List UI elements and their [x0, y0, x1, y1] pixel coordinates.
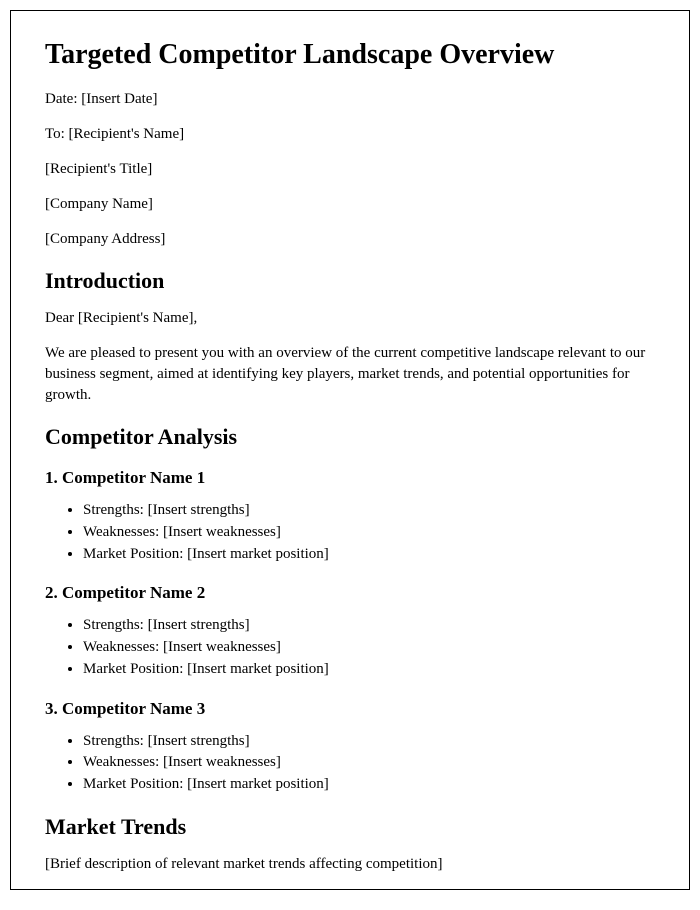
- list-item: Weaknesses: [Insert weaknesses]: [83, 752, 655, 774]
- competitor-1-heading: 1. Competitor Name 1: [45, 468, 655, 488]
- list-item: Strengths: [Insert strengths]: [83, 731, 655, 753]
- market-trends-heading: Market Trends: [45, 814, 655, 840]
- list-item: Strengths: [Insert strengths]: [83, 615, 655, 637]
- introduction-body: We are pleased to present you with an ov…: [45, 343, 655, 406]
- meta-date: Date: [Insert Date]: [45, 89, 655, 110]
- list-item: Weaknesses: [Insert weaknesses]: [83, 522, 655, 544]
- competitor-3-heading: 3. Competitor Name 3: [45, 699, 655, 719]
- meta-company-address: [Company Address]: [45, 229, 655, 250]
- list-item: Market Position: [Insert market position…: [83, 544, 655, 566]
- competitor-2-list: Strengths: [Insert strengths] Weaknesses…: [83, 615, 655, 680]
- competitor-2-heading: 2. Competitor Name 2: [45, 583, 655, 603]
- meta-to: To: [Recipient's Name]: [45, 124, 655, 145]
- list-item: Market Position: [Insert market position…: [83, 774, 655, 796]
- competitor-1-list: Strengths: [Insert strengths] Weaknesses…: [83, 500, 655, 565]
- competitor-analysis-heading: Competitor Analysis: [45, 424, 655, 450]
- meta-recipient-title: [Recipient's Title]: [45, 159, 655, 180]
- meta-company-name: [Company Name]: [45, 194, 655, 215]
- market-trends-body: [Brief description of relevant market tr…: [45, 854, 655, 875]
- introduction-salutation: Dear [Recipient's Name],: [45, 308, 655, 329]
- list-item: Market Position: [Insert market position…: [83, 659, 655, 681]
- document-page: Targeted Competitor Landscape Overview D…: [10, 10, 690, 890]
- list-item: Weaknesses: [Insert weaknesses]: [83, 637, 655, 659]
- document-title: Targeted Competitor Landscape Overview: [45, 39, 655, 71]
- competitor-3-list: Strengths: [Insert strengths] Weaknesses…: [83, 731, 655, 796]
- list-item: Strengths: [Insert strengths]: [83, 500, 655, 522]
- introduction-heading: Introduction: [45, 268, 655, 294]
